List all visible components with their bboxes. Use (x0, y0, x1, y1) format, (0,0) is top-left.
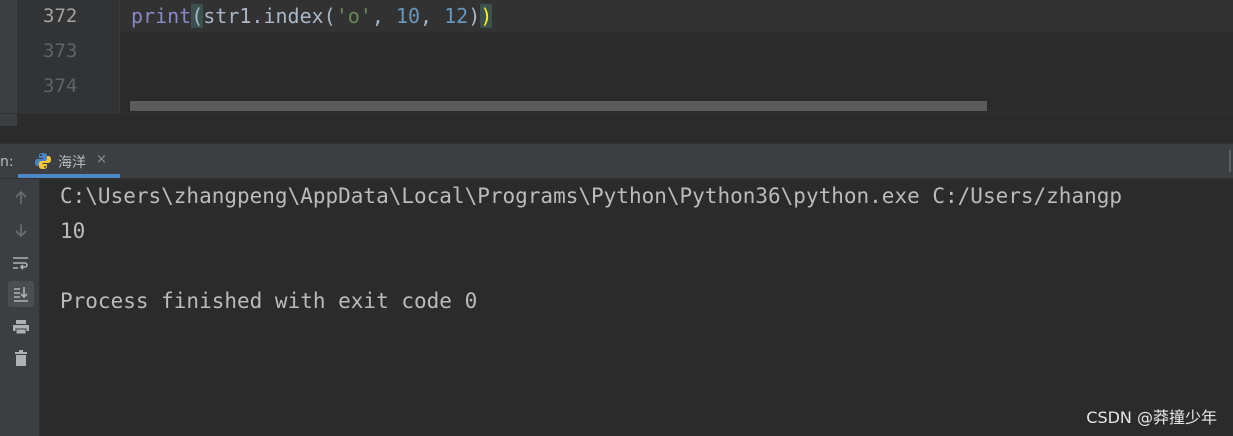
up-arrow-icon[interactable] (8, 185, 34, 211)
code-token-paren: ) (468, 4, 481, 28)
active-tab-indicator (18, 174, 120, 178)
console-line: C:\Users\zhangpeng\AppData\Local\Program… (60, 184, 1123, 208)
code-line[interactable]: print(str1.index('o', 10, 12)) (131, 3, 493, 29)
scroll-to-end-icon[interactable] (8, 281, 34, 307)
run-tab[interactable]: 海洋 × (18, 144, 120, 178)
code-token-number: 12 (444, 4, 469, 28)
matched-paren-close: ) (480, 4, 493, 28)
console-toolbar (0, 179, 40, 436)
watermark: CSDN @莽撞少年 (1086, 408, 1217, 427)
console-output[interactable]: C:\Users\zhangpeng\AppData\Local\Program… (40, 179, 1233, 436)
print-icon[interactable] (8, 314, 34, 340)
python-icon (35, 153, 51, 169)
matched-paren-open: ( (191, 4, 204, 28)
code-token-call: str1.index( (203, 4, 336, 28)
editor-divider (0, 113, 1233, 114)
soft-wrap-icon[interactable] (8, 250, 34, 276)
line-number: 374 (43, 75, 78, 97)
run-tab-label: 海洋 (58, 155, 86, 171)
trash-icon[interactable] (8, 345, 34, 371)
code-token-builtin: print (131, 4, 192, 28)
console-line: Process finished with exit code 0 (60, 289, 478, 313)
header-edge-marker (1229, 150, 1231, 172)
tool-window-label: n: (0, 154, 14, 170)
horizontal-scrollbar-thumb[interactable] (130, 101, 987, 111)
console-line: 10 (60, 219, 86, 243)
down-arrow-icon[interactable] (8, 217, 34, 243)
code-token-number: 10 (395, 4, 421, 28)
code-token-sep: , (371, 4, 396, 28)
line-number: 373 (43, 40, 78, 62)
close-icon[interactable]: × (96, 152, 107, 167)
line-number: 372 (43, 5, 78, 27)
editor-left-strip (0, 0, 17, 126)
line-number-gutter: 372 373 374 (17, 0, 119, 114)
code-token-sep: , (420, 4, 445, 28)
run-tool-window-header: n: 海洋 × (0, 143, 1233, 179)
code-editor[interactable]: 372 373 374 print(str1.index('o', 10, 12… (0, 0, 1233, 126)
code-token-string: 'o' (335, 4, 372, 28)
